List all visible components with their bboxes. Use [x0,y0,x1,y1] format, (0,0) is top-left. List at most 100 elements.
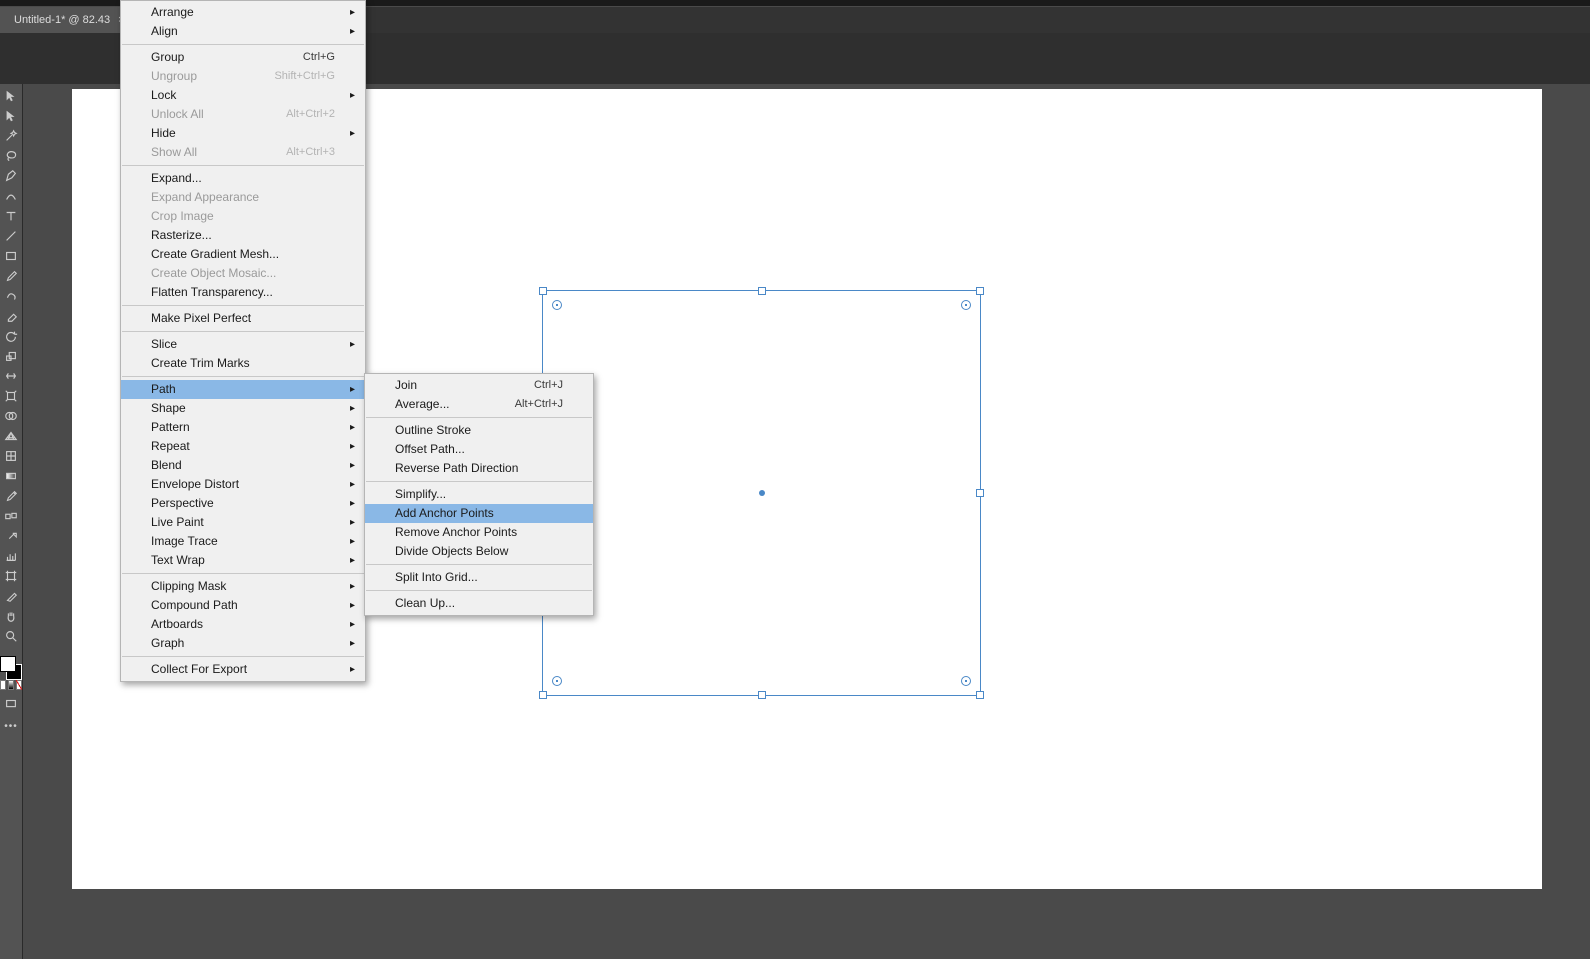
object-menu-item-envelope-distort[interactable]: Envelope Distort [121,475,365,494]
paintbrush-tool-icon[interactable] [0,266,22,286]
lasso-tool-icon[interactable] [0,146,22,166]
object-menu-item-clipping-mask[interactable]: Clipping Mask [121,577,365,596]
blend-tool-icon[interactable] [0,506,22,526]
handle-n[interactable] [758,287,766,295]
object-menu-item-show-all: Show AllAlt+Ctrl+3 [121,143,365,162]
object-menu-item-align[interactable]: Align [121,22,365,41]
corner-widget-nw[interactable] [552,300,562,310]
screen-mode-icon[interactable] [0,694,22,714]
artboard-tool-icon[interactable] [0,566,22,586]
object-menu-item-blend[interactable]: Blend [121,456,365,475]
perspective-grid-tool-icon[interactable] [0,426,22,446]
line-segment-tool-icon[interactable] [0,226,22,246]
path-submenu-item-offset-path[interactable]: Offset Path... [365,440,593,459]
object-menu-item-graph[interactable]: Graph [121,634,365,653]
draw-mode-icons[interactable] [0,680,22,694]
object-menu-item-repeat[interactable]: Repeat [121,437,365,456]
corner-widget-sw[interactable] [552,676,562,686]
path-submenu-item-add-anchor-points[interactable]: Add Anchor Points [365,504,593,523]
object-menu-item-image-trace[interactable]: Image Trace [121,532,365,551]
menu-item-label: Join [395,376,504,395]
object-menu-separator [122,165,364,166]
zoom-tool-icon[interactable] [0,626,22,646]
rectangle-tool-icon[interactable] [0,246,22,266]
path-submenu-item-average[interactable]: Average...Alt+Ctrl+J [365,395,593,414]
object-menu-item-perspective[interactable]: Perspective [121,494,365,513]
menu-item-label: Artboards [151,615,335,634]
object-menu-separator [122,573,364,574]
object-menu-item-path[interactable]: Path [121,380,365,399]
symbol-sprayer-tool-icon[interactable] [0,526,22,546]
direct-selection-tool-icon[interactable] [0,106,22,126]
hand-tool-icon[interactable] [0,606,22,626]
object-menu-item-arrange[interactable]: Arrange [121,3,365,22]
fill-stroke-swatch[interactable] [0,656,22,680]
path-submenu-item-clean-up[interactable]: Clean Up... [365,594,593,613]
object-menu-item-create-trim-marks[interactable]: Create Trim Marks [121,354,365,373]
menu-item-label: Unlock All [151,105,256,124]
curvature-tool-icon[interactable] [0,186,22,206]
object-menu-item-text-wrap[interactable]: Text Wrap [121,551,365,570]
handle-sw[interactable] [539,691,547,699]
path-submenu-item-divide-objects-below[interactable]: Divide Objects Below [365,542,593,561]
toolbox: ••• [0,84,23,959]
path-submenu-item-outline-stroke[interactable]: Outline Stroke [365,421,593,440]
free-transform-tool-icon[interactable] [0,386,22,406]
menu-item-label: Envelope Distort [151,475,335,494]
path-submenu-item-simplify[interactable]: Simplify... [365,485,593,504]
gradient-tool-icon[interactable] [0,466,22,486]
handle-s[interactable] [758,691,766,699]
center-point[interactable] [759,490,765,496]
column-graph-tool-icon[interactable] [0,546,22,566]
object-menu-item-compound-path[interactable]: Compound Path [121,596,365,615]
scale-tool-icon[interactable] [0,346,22,366]
menu-item-label: Split Into Grid... [395,568,563,587]
slice-tool-icon[interactable] [0,586,22,606]
path-submenu-item-split-into-grid[interactable]: Split Into Grid... [365,568,593,587]
path-submenu-item-reverse-path-direction[interactable]: Reverse Path Direction [365,459,593,478]
width-tool-icon[interactable] [0,366,22,386]
menu-item-label: Live Paint [151,513,335,532]
handle-se[interactable] [976,691,984,699]
handle-e[interactable] [976,489,984,497]
handle-ne[interactable] [976,287,984,295]
object-menu-item-shape[interactable]: Shape [121,399,365,418]
path-submenu-item-join[interactable]: JoinCtrl+J [365,376,593,395]
selected-shape[interactable] [542,290,981,696]
object-menu-item-make-pixel-perfect[interactable]: Make Pixel Perfect [121,309,365,328]
edit-toolbar-icon[interactable]: ••• [0,714,22,734]
corner-widget-se[interactable] [961,676,971,686]
eraser-tool-icon[interactable] [0,306,22,326]
object-menu-item-collect-for-export[interactable]: Collect For Export [121,660,365,679]
document-tab[interactable]: Untitled-1* @ 82.43 × [0,7,140,33]
shape-builder-tool-icon[interactable] [0,406,22,426]
object-menu-item-expand-appearance: Expand Appearance [121,188,365,207]
corner-widget-ne[interactable] [961,300,971,310]
magic-wand-tool-icon[interactable] [0,126,22,146]
object-menu-item-pattern[interactable]: Pattern [121,418,365,437]
path-submenu-item-remove-anchor-points[interactable]: Remove Anchor Points [365,523,593,542]
menu-item-label: Hide [151,124,335,143]
selection-tool-icon[interactable] [0,86,22,106]
object-menu-item-expand[interactable]: Expand... [121,169,365,188]
object-menu-item-flatten-transparency[interactable]: Flatten Transparency... [121,283,365,302]
object-menu-item-artboards[interactable]: Artboards [121,615,365,634]
object-menu-item-lock[interactable]: Lock [121,86,365,105]
object-menu-item-hide[interactable]: Hide [121,124,365,143]
type-tool-icon[interactable] [0,206,22,226]
shaper-tool-icon[interactable] [0,286,22,306]
object-menu-item-slice[interactable]: Slice [121,335,365,354]
object-menu-item-group[interactable]: GroupCtrl+G [121,48,365,67]
pen-tool-icon[interactable] [0,166,22,186]
menu-item-label: Collect For Export [151,660,335,679]
object-menu-separator [122,305,364,306]
menu-item-shortcut: Alt+Ctrl+3 [256,143,335,162]
object-menu-item-rasterize[interactable]: Rasterize... [121,226,365,245]
mesh-tool-icon[interactable] [0,446,22,466]
rotate-tool-icon[interactable] [0,326,22,346]
handle-nw[interactable] [539,287,547,295]
object-menu-item-create-gradient-mesh[interactable]: Create Gradient Mesh... [121,245,365,264]
object-menu-item-live-paint[interactable]: Live Paint [121,513,365,532]
object-menu-separator [122,331,364,332]
eyedropper-tool-icon[interactable] [0,486,22,506]
